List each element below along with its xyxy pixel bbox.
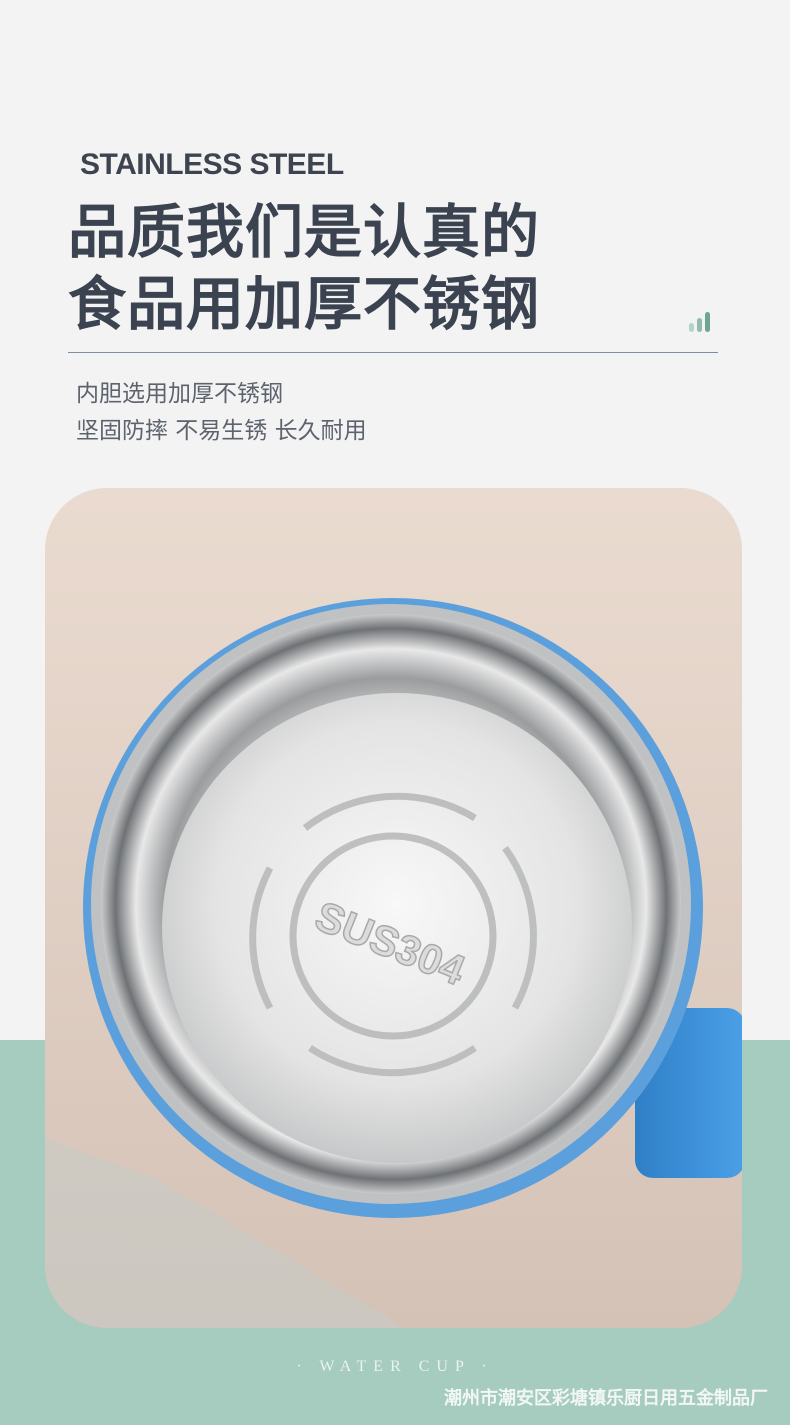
signal-bars-icon	[689, 310, 719, 332]
headline-line-2: 食品用加厚不锈钢	[68, 270, 541, 338]
eyebrow-label: STAINLESS STEEL	[80, 148, 344, 181]
signal-bar-medium	[697, 318, 702, 332]
section-divider	[68, 352, 718, 353]
cup-interior-illustration: SUS304	[45, 488, 742, 1328]
description-line-2: 坚固防摔 不易生锈 长久耐用	[76, 418, 367, 444]
signal-bar-tall	[705, 312, 710, 332]
footer-tagline: · WATER CUP ·	[296, 1358, 494, 1375]
footer-watermark: 潮州市潮安区彩塘镇乐厨日用五金制品厂	[444, 1388, 768, 1409]
description-line-1: 内胆选用加厚不锈钢	[76, 381, 283, 407]
product-photo-card: SUS304	[45, 488, 742, 1328]
signal-bar-short	[689, 323, 694, 332]
headline-line-1: 品质我们是认真的	[68, 198, 541, 266]
